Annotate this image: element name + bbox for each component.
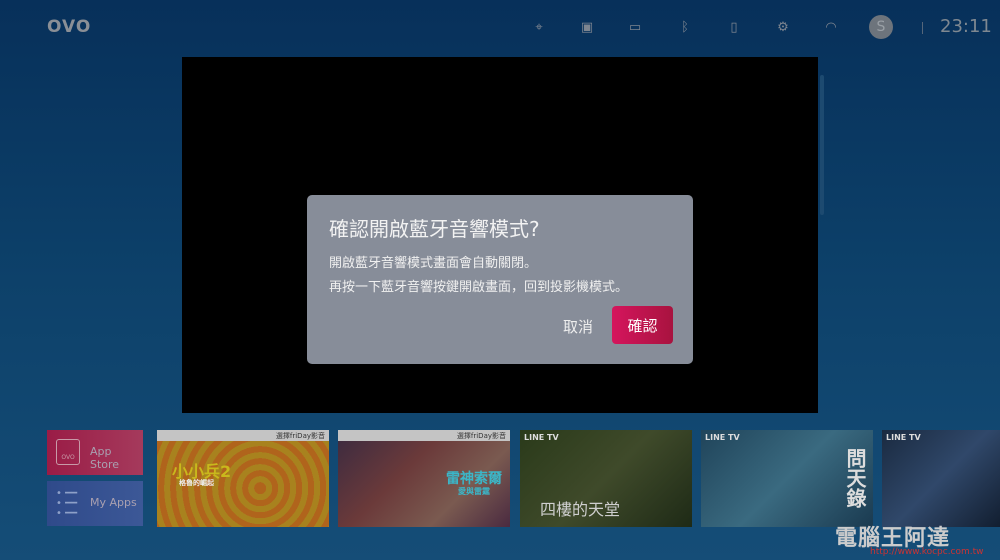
avatar[interactable]: S xyxy=(869,15,893,39)
brand-label: 選擇friDay影音 xyxy=(275,432,325,440)
list-icon: • ━━ • ━━ • ━━ xyxy=(56,488,78,519)
bluetooth-icon[interactable]: ᛒ xyxy=(677,20,693,36)
brand-label: LINE TV xyxy=(886,433,921,442)
app-store-label: App Store xyxy=(90,445,120,471)
bag-logo-text: OVO xyxy=(61,454,75,461)
clock: 23:11 xyxy=(940,16,992,37)
my-apps-tile[interactable]: • ━━ • ━━ • ━━ My Apps xyxy=(47,481,143,526)
app-store-tile[interactable]: OVO App Store xyxy=(47,430,143,475)
watermark-url: http://www.kocpc.com.tw xyxy=(870,547,984,557)
divider xyxy=(922,22,923,34)
top-bar: OVO ⌖ ▣ ▭ ᛒ ▯ ⚙ ◠ S 23:11 xyxy=(0,0,1000,56)
card-title: 雷神索爾 xyxy=(446,471,502,487)
ovo-logo: OVO xyxy=(47,17,92,37)
shopping-bag-icon: OVO xyxy=(56,439,80,465)
scrollbar[interactable] xyxy=(820,75,824,215)
brand-label: LINE TV xyxy=(705,433,740,442)
my-apps-label: My Apps xyxy=(90,496,137,509)
card-subtitle: 愛與雷霆 xyxy=(458,487,490,496)
content-card[interactable]: LINE TV 問天錄 xyxy=(701,430,873,527)
dialog-title: 確認開啟藍牙音響模式? xyxy=(329,217,540,241)
card-title: 四樓的天堂 xyxy=(540,500,621,519)
dialog-message-line-1: 開啟藍牙音響模式畫面會自動關閉。 xyxy=(329,256,538,271)
brand-label: LINE TV xyxy=(524,433,559,442)
settings-icon[interactable]: ⚙ xyxy=(775,20,791,36)
content-card[interactable]: LINE TV 四樓的天堂 xyxy=(520,430,692,527)
cancel-button[interactable]: 取消 xyxy=(563,316,593,337)
confirm-button[interactable]: 確認 xyxy=(612,306,673,344)
wifi-icon[interactable]: ◠ xyxy=(823,20,839,36)
content-card[interactable]: 選擇friDay影音 雷神索爾 愛與雷霆 xyxy=(338,430,510,527)
card-subtitle: 格魯的崛起 xyxy=(179,479,214,487)
screen-mirror-icon[interactable]: ▣ xyxy=(579,20,595,36)
content-card[interactable]: LINE TV xyxy=(882,430,1000,527)
content-card[interactable]: 選擇friDay影音 小小兵2 格魯的崛起 xyxy=(157,430,329,527)
brand-label: 選擇friDay影音 xyxy=(456,432,506,440)
card-title: 問天錄 xyxy=(843,448,867,508)
dialog-message-line-2: 再按一下藍牙音響按鍵開啟畫面，回到投影機模式。 xyxy=(329,280,629,295)
battery-icon[interactable]: ▯ xyxy=(726,20,742,36)
focus-icon[interactable]: ⌖ xyxy=(531,20,547,36)
hdmi-icon[interactable]: ▭ xyxy=(627,20,643,36)
